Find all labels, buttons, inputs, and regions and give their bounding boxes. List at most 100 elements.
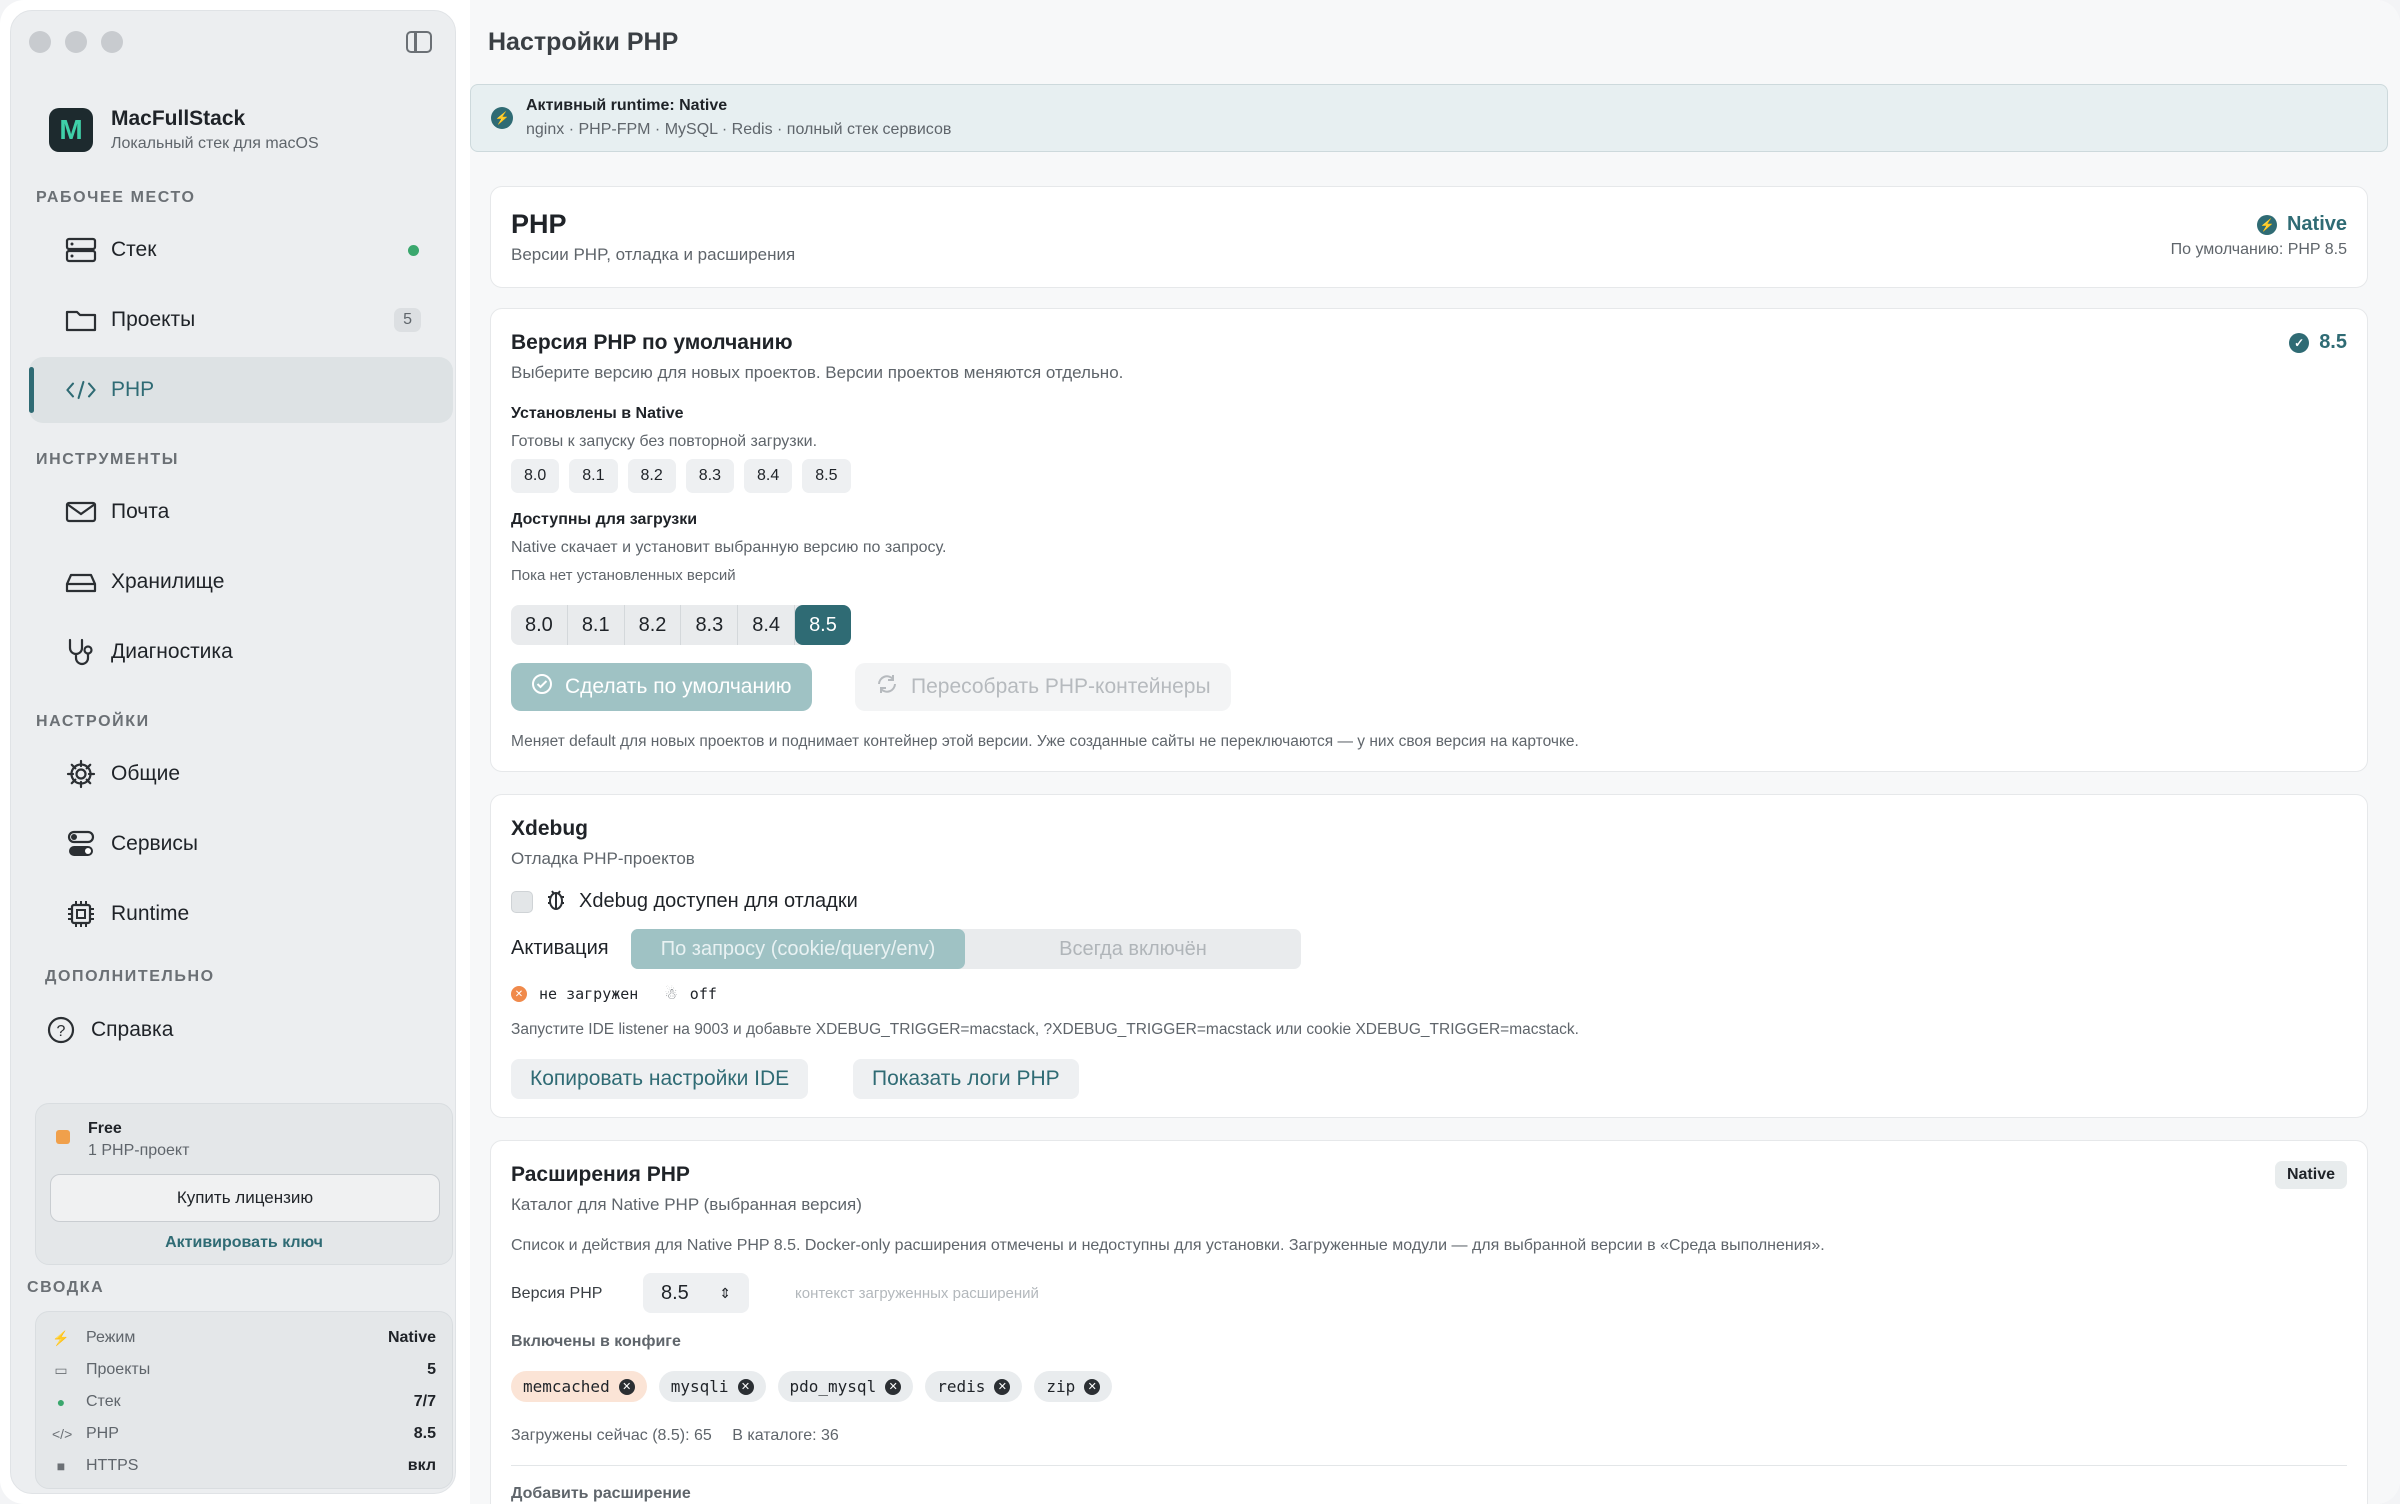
bolt-icon: ⚡	[52, 1329, 70, 1346]
minimize-window-button[interactable]	[65, 31, 87, 53]
license-panel: Free 1 PHP-проект Купить лицензию Активи…	[35, 1103, 453, 1265]
sidebar-item-general[interactable]: Общие	[29, 741, 453, 807]
extensions-description: Список и действия для Native PHP 8.5. Do…	[511, 1237, 1825, 1254]
enabled-extensions-list: memcached ✕ mysqli ✕ pdo_mysql ✕ redis ✕…	[511, 1371, 1113, 1402]
remove-extension-icon[interactable]: ✕	[885, 1378, 902, 1395]
sidebar-item-storage[interactable]: Хранилище	[29, 549, 453, 615]
version-option-selected[interactable]: 8.5	[795, 605, 851, 645]
extensions-counts: Загружены сейчас (8.5): 65 В каталоге: 3…	[511, 1427, 839, 1445]
sidebar-item-label: PHP	[111, 378, 155, 401]
extensions-title: Расширения PHP	[511, 1163, 690, 1186]
sidebar-item-label: Сервисы	[111, 832, 199, 855]
xdebug-checkbox-label: Xdebug доступен для отладки	[579, 890, 858, 912]
updown-chevron-icon: ⇕	[719, 1284, 731, 1301]
sidebar-item-diagnostics[interactable]: Диагностика	[29, 619, 453, 685]
refresh-icon	[875, 673, 899, 701]
summary-row-https: ■ HTTPS вкл	[52, 1450, 436, 1482]
summary-row-stack: ● Стек 7/7	[52, 1386, 436, 1418]
version-option[interactable]: 8.1	[568, 605, 625, 645]
sidebar-item-projects[interactable]: Проекты 5	[29, 287, 453, 353]
xdebug-card: Xdebug Отладка PHP-проектов Xdebug досту…	[490, 794, 2368, 1118]
rebuild-containers-button[interactable]: Пересобрать PHP-контейнеры	[855, 663, 1231, 711]
sidebar-item-mail[interactable]: Почта	[29, 479, 453, 545]
summary-panel: ⚡ Режим Native ▭ Проекты 5 ● Стек 7/7 </…	[35, 1311, 453, 1489]
summary-value: Native	[387, 1329, 436, 1346]
remove-extension-icon[interactable]: ✕	[994, 1378, 1011, 1395]
sidebar-item-php[interactable]: PHP	[29, 357, 453, 423]
remove-extension-icon[interactable]: ✕	[1084, 1378, 1101, 1395]
app-window: M MacFullStack Локальный стек для macOS …	[0, 0, 2400, 1504]
version-option[interactable]: 8.2	[625, 605, 682, 645]
buy-license-button[interactable]: Купить лицензию	[50, 1174, 440, 1222]
add-extension-label: Добавить расширение	[511, 1485, 691, 1502]
summary-row-projects: ▭ Проекты 5	[52, 1354, 436, 1386]
extensions-context-hint: контекст загруженных расширений	[795, 1285, 1039, 1302]
extensions-native-badge: Native	[2274, 1161, 2347, 1189]
xdebug-loaded-status: не загружен	[539, 985, 639, 1003]
sidebar-item-label: Почта	[111, 500, 170, 523]
summary-label: PHP	[86, 1425, 119, 1442]
xdebug-checkbox-row: Xdebug доступен для отладки	[511, 887, 858, 916]
chip-icon	[65, 901, 97, 927]
section-label-extra: ДОПОЛНИТЕЛЬНО	[45, 968, 215, 985]
installed-version-chip: 8.0	[511, 459, 560, 493]
section-label-tools: ИНСТРУМЕНТЫ	[36, 451, 179, 468]
php-card-subtitle: Версии PHP, отладка и расширения	[511, 245, 796, 264]
xdebug-hint: Запустите IDE listener на 9003 и добавьт…	[511, 1021, 1579, 1038]
zoom-window-button[interactable]	[101, 31, 123, 53]
extension-chip: redis ✕	[925, 1371, 1023, 1402]
available-title: Доступны для загрузки	[511, 511, 698, 528]
extensions-version-select[interactable]: 8.5 ⇕	[643, 1273, 749, 1313]
installed-title: Установлены в Native	[511, 405, 684, 422]
toggles-icon	[65, 830, 97, 857]
php-card-title: PHP	[511, 209, 567, 239]
version-option[interactable]: 8.3	[681, 605, 739, 645]
show-php-logs-button[interactable]: Показать логи PHP	[853, 1059, 1079, 1099]
remove-extension-icon[interactable]: ✕	[737, 1378, 754, 1395]
remove-extension-icon[interactable]: ✕	[618, 1378, 635, 1395]
close-window-button[interactable]	[29, 31, 51, 53]
server-icon	[65, 237, 97, 263]
make-default-button[interactable]: Сделать по умолчанию	[511, 663, 812, 711]
extension-chip-label: mysqli	[670, 1377, 729, 1396]
sidebar-item-services[interactable]: Сервисы	[29, 811, 453, 877]
activation-segmented-control: По запросу (cookie/query/env) Всегда вкл…	[631, 929, 1301, 969]
gear-icon	[65, 759, 97, 789]
copy-ide-settings-button[interactable]: Копировать настройки IDE	[511, 1059, 809, 1099]
extensions-version-value: 8.5	[661, 1281, 689, 1304]
extension-chip-label: redis	[937, 1377, 986, 1396]
sidebar-item-runtime[interactable]: Runtime	[29, 881, 453, 947]
current-version-label: 8.5	[2319, 331, 2347, 353]
xdebug-mode-status: off	[689, 985, 717, 1003]
activation-on-request-option[interactable]: По запросу (cookie/query/env)	[631, 929, 965, 969]
drive-icon	[65, 569, 97, 595]
installed-subtitle: Готовы к запуску без повторной загрузки.	[511, 433, 818, 450]
sidebar-item-help[interactable]: ? Справка	[29, 997, 453, 1063]
activation-label: Активация	[511, 937, 609, 959]
sidebar-item-label: Runtime	[111, 902, 190, 925]
app-logo: M	[49, 108, 93, 152]
version-option[interactable]: 8.4	[738, 605, 796, 645]
activation-always-option[interactable]: Всегда включён	[965, 929, 1301, 969]
php-header-card: PHP Версии PHP, отладка и расширения ⚡ N…	[490, 186, 2368, 288]
xdebug-checkbox[interactable]	[511, 890, 533, 913]
sidebar-toggle-icon[interactable]	[406, 31, 432, 53]
sidebar: M MacFullStack Локальный стек для macOS …	[10, 10, 456, 1494]
runtime-banner: ⚡ Активный runtime: Native nginx · PHP-F…	[470, 84, 2388, 152]
extension-chip: memcached ✕	[511, 1371, 647, 1402]
extension-chip: zip ✕	[1034, 1371, 1113, 1402]
sidebar-item-label: Справка	[91, 1018, 174, 1041]
installed-version-chip: 8.5	[802, 459, 851, 493]
version-option[interactable]: 8.0	[511, 605, 568, 645]
summary-label: Режим	[86, 1329, 136, 1346]
code-icon	[65, 377, 97, 403]
lock-icon: ■	[56, 1458, 66, 1474]
summary-label: Стек	[86, 1393, 121, 1410]
page-title: Настройки PHP	[488, 28, 679, 56]
activate-key-link[interactable]: Активировать ключ	[36, 1234, 452, 1252]
xdebug-subtitle: Отладка PHP-проектов	[511, 849, 695, 868]
native-badge-label: Native	[2286, 213, 2347, 235]
default-version-subtitle: Выберите версию для новых проектов. Верс…	[511, 363, 1124, 382]
sidebar-item-stack[interactable]: Стек	[29, 217, 453, 283]
error-icon: ✕	[511, 986, 527, 1002]
